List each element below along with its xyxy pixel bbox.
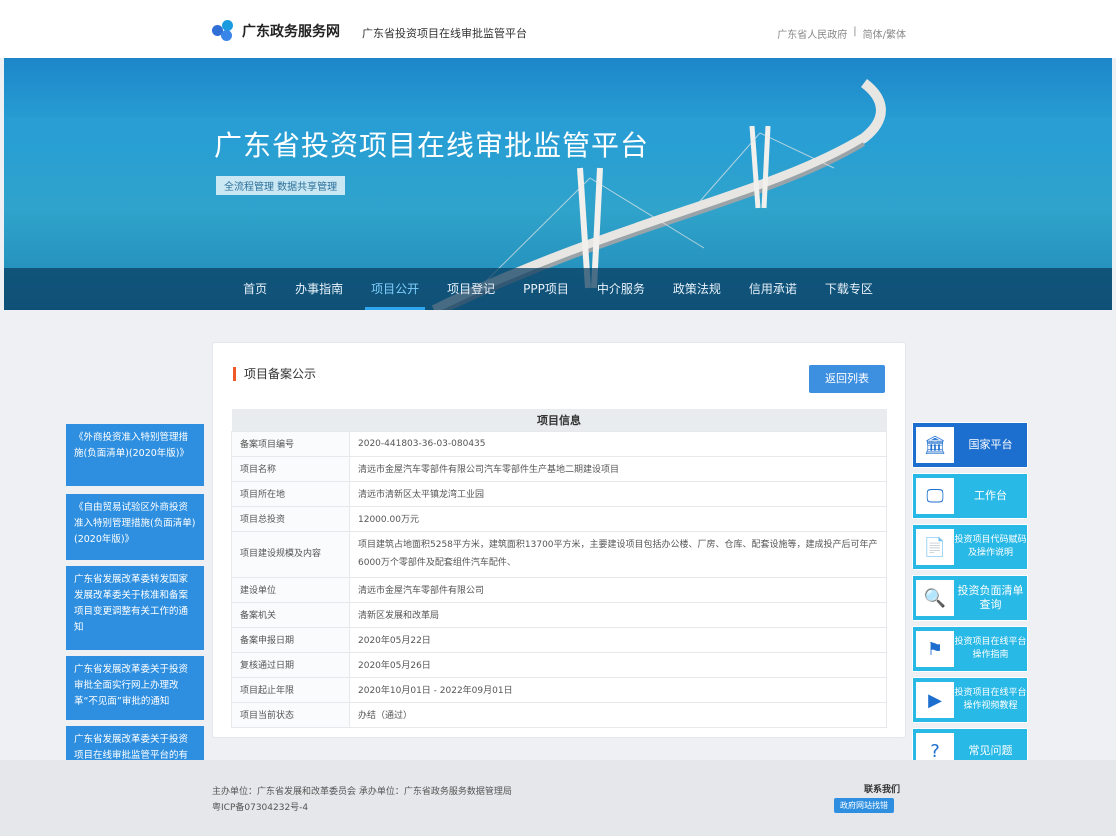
footer-icp[interactable]: 粤ICP备07304232号-4	[212, 800, 308, 813]
row-value: 清新区发展和改革局	[349, 601, 887, 628]
card-title: 项目备案公示	[233, 367, 316, 381]
nav-download[interactable]: 下载专区	[811, 268, 887, 310]
search-icon: 🔍	[916, 580, 954, 616]
site-name: 广东政务服务网	[242, 24, 340, 40]
quick-link-label: 投资项目代码赋码及操作说明	[954, 535, 1027, 558]
quick-link-bank[interactable]: 🏛 国家平台	[912, 422, 1028, 468]
monitor-icon: 🖵	[916, 478, 954, 514]
quick-link-label: 常见问题	[968, 744, 1013, 757]
main-nav: 首页 办事指南 项目公开 项目登记 PPP项目 中介服务 政策法规 信用承诺 下…	[4, 268, 1112, 310]
lang-switch-link[interactable]: 简体/繁体	[863, 26, 906, 41]
top-header: 广东政务服务网 广东省投资项目在线审批监管平台 广东省人民政府 | 简体/繁体	[0, 0, 1116, 58]
banner-tag: 全流程管理 数据共享管理	[216, 176, 346, 195]
table-row: 复核通过日期 2020年05月26日	[231, 651, 887, 678]
nav-project-register[interactable]: 项目登记	[433, 268, 509, 310]
nav-policy[interactable]: 政策法规	[659, 268, 735, 310]
quick-link-label: 投资项目在线平台操作视频教程	[954, 688, 1027, 711]
row-label: 项目起止年限	[231, 676, 350, 703]
row-value: 清远市清新区太平镇龙湾工业园	[349, 480, 887, 507]
quick-link-monitor[interactable]: 🖵 工作台	[912, 473, 1028, 519]
nav-agency[interactable]: 中介服务	[583, 268, 659, 310]
quick-link-signpost[interactable]: ⚑ 投资项目在线平台操作指南	[912, 626, 1028, 672]
row-label: 建设单位	[231, 576, 350, 603]
divider: |	[853, 26, 857, 37]
hero-banner: 广东省投资项目在线审批监管平台 全流程管理 数据共享管理 首页 办事指南 项目公…	[4, 58, 1112, 310]
row-value: 2020-441803-36-03-080435	[349, 430, 887, 457]
nav-credit[interactable]: 信用承诺	[735, 268, 811, 310]
top-links: 广东省人民政府 | 简体/繁体	[777, 26, 906, 41]
row-value: 12000.00万元	[349, 505, 887, 532]
nav-ppp[interactable]: PPP项目	[509, 268, 583, 310]
table-row: 备案机关 清新区发展和改革局	[231, 601, 887, 628]
footer-organizer: 主办单位：广东省发展和改革委员会 承办单位：广东省政务服务数据管理局	[212, 787, 512, 797]
quick-link-label: 工作台	[974, 489, 1007, 502]
quick-link-doc[interactable]: 📄 投资项目代码赋码及操作说明	[912, 524, 1028, 570]
report-error-badge[interactable]: 政府网站找错	[834, 798, 894, 813]
row-label: 复核通过日期	[231, 651, 350, 678]
table-row: 项目当前状态 办结（通过）	[231, 701, 887, 728]
banner-title: 广东省投资项目在线审批监管平台	[214, 129, 650, 162]
quick-link-label: 投资负面清单查询	[957, 584, 1024, 611]
notice-link[interactable]: 《外商投资准入特别管理措施(负面清单)(2020年版)》	[66, 424, 204, 486]
footer: 主办单位：广东省发展和改革委员会 承办单位：广东省政务服务数据管理局 粤ICP备…	[0, 760, 1116, 836]
quick-link-label: 投资项目在线平台操作指南	[954, 637, 1027, 660]
table-header: 项目信息	[231, 409, 887, 431]
row-label: 项目所在地	[231, 480, 350, 507]
notice-link[interactable]: 广东省发展改革委关于投资审批全面实行网上办理改革“不见面”审批的通知	[66, 656, 204, 720]
notice-link[interactable]: 广东省发展改革委转发国家发展改革委关于核准和备案项目变更调整有关工作的通知	[66, 566, 204, 650]
back-to-list-button[interactable]: 返回列表	[809, 365, 885, 393]
notice-link[interactable]: 《自由贸易试验区外商投资准入特别管理措施(负面清单)(2020年版)》	[66, 494, 204, 560]
nav-project-public[interactable]: 项目公开	[357, 268, 433, 310]
table-row: 备案申报日期 2020年05月22日	[231, 626, 887, 653]
table-row: 项目起止年限 2020年10月01日 - 2022年09月01日	[231, 676, 887, 703]
row-value: 2020年05月22日	[349, 626, 887, 653]
project-table: 项目信息 备案项目编号 2020-441803-36-03-080435 项目名称清…	[231, 409, 887, 728]
bank-icon: 🏛	[916, 427, 954, 463]
quick-link-label: 国家平台	[968, 438, 1013, 451]
doc-icon: 📄	[916, 529, 954, 565]
table-row: 项目总投资 12000.00万元	[231, 505, 887, 532]
signpost-icon: ⚑	[916, 631, 954, 667]
quick-link-video[interactable]: ▶ 投资项目在线平台操作视频教程	[912, 677, 1028, 723]
logo-icon	[212, 20, 234, 42]
row-value: 2020年10月01日 - 2022年09月01日	[349, 676, 887, 703]
site-logo[interactable]: 广东政务服务网	[212, 20, 340, 42]
row-label: 备案项目编号	[231, 430, 350, 457]
row-label: 项目建设规模及内容	[231, 530, 350, 578]
platform-subtitle: 广东省投资项目在线审批监管平台	[362, 27, 527, 40]
gov-link[interactable]: 广东省人民政府	[777, 26, 847, 41]
project-info-card: 项目备案公示 返回列表 项目信息 备案项目编号 2020-441803-36-03…	[212, 342, 906, 738]
row-label: 备案申报日期	[231, 626, 350, 653]
nav-home[interactable]: 首页	[229, 268, 281, 310]
row-value: 项目建筑占地面积5258平方米，建筑面积13700平方米，主要建设项目包括办公楼…	[349, 530, 887, 578]
table-row: 备案项目编号 2020-441803-36-03-080435	[231, 430, 887, 457]
contact-us-link[interactable]: 联系我们	[864, 782, 900, 795]
table-row: 项目名称 清远市金屋汽车零部件有限公司汽车零部件生产基地二期建设项目	[231, 455, 887, 482]
row-label: 项目总投资	[231, 505, 350, 532]
row-value: 清远市金屋汽车零部件有限公司	[349, 576, 887, 603]
row-value: 2020年05月26日	[349, 651, 887, 678]
video-icon: ▶	[916, 682, 954, 718]
row-label: 项目名称	[231, 455, 350, 482]
row-value: 办结（通过）	[349, 701, 887, 728]
quick-link-search[interactable]: 🔍 投资负面清单查询	[912, 575, 1028, 621]
table-row: 项目建设规模及内容 项目建筑占地面积5258平方米，建筑面积13700平方米，主要…	[231, 530, 887, 578]
nav-guide[interactable]: 办事指南	[281, 268, 357, 310]
row-label: 项目当前状态	[231, 701, 350, 728]
row-label: 备案机关	[231, 601, 350, 628]
row-value: 清远市金屋汽车零部件有限公司汽车零部件生产基地二期建设项目	[349, 455, 887, 482]
table-row: 建设单位 清远市金屋汽车零部件有限公司	[231, 576, 887, 603]
table-row: 项目所在地 清远市清新区太平镇龙湾工业园	[231, 480, 887, 507]
